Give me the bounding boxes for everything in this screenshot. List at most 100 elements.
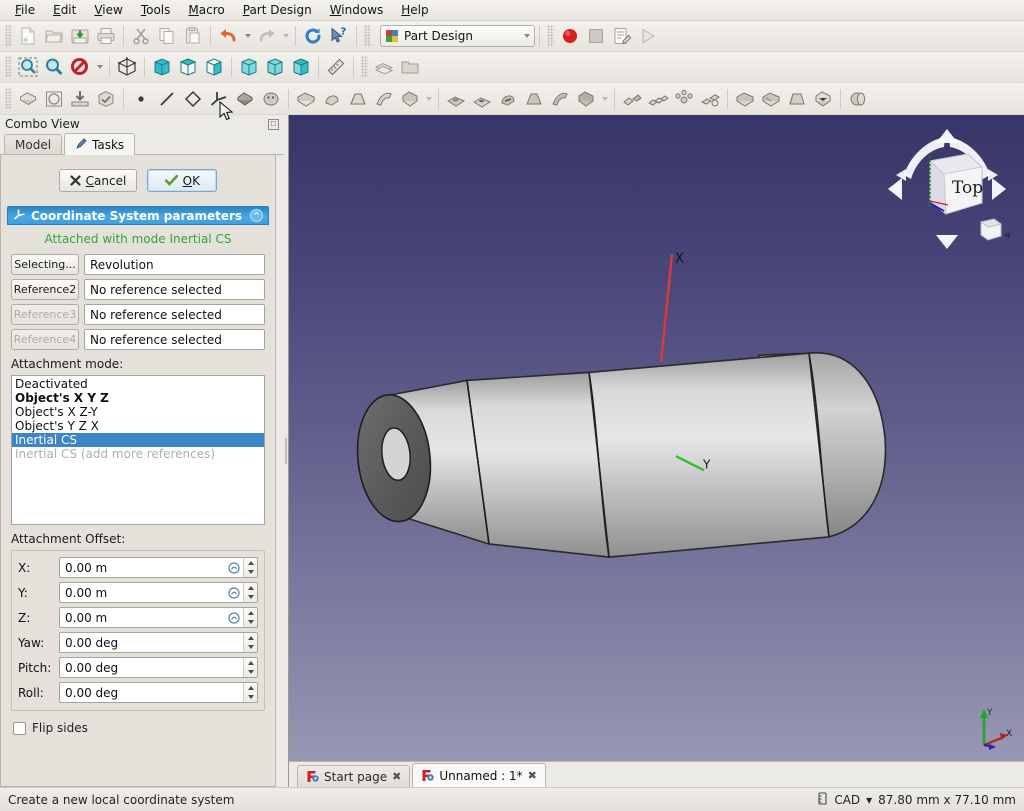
undock-icon[interactable]: ☐ xyxy=(268,118,279,130)
pocket-icon[interactable] xyxy=(443,86,469,112)
subtractive-loft-icon[interactable] xyxy=(521,86,547,112)
undo-icon[interactable] xyxy=(215,23,241,49)
thickness-icon[interactable] xyxy=(810,86,836,112)
reference2-button[interactable]: Reference2 xyxy=(11,279,79,300)
flip-sides-row[interactable]: Flip sides xyxy=(11,715,265,735)
shapebinder-icon[interactable] xyxy=(232,86,258,112)
create-sketch-icon[interactable] xyxy=(41,86,67,112)
additive-primitive-icon[interactable] xyxy=(397,86,423,112)
reference4-field[interactable]: No reference selected xyxy=(84,329,265,350)
pad-icon[interactable] xyxy=(293,86,319,112)
offset-z-input[interactable]: 0.00 m xyxy=(59,607,258,628)
offset-y-stepper[interactable] xyxy=(243,583,257,602)
tab-tasks[interactable]: Tasks xyxy=(64,133,136,155)
expression-editor-icon[interactable] xyxy=(225,608,243,627)
offset-x-stepper[interactable] xyxy=(243,558,257,577)
close-icon[interactable]: ✖ xyxy=(528,769,537,782)
reference2-field[interactable]: No reference selected xyxy=(84,279,265,300)
offset-y-input[interactable]: 0.00 m xyxy=(59,582,258,603)
ok-button[interactable]: OK xyxy=(147,169,218,192)
fit-all-icon[interactable] xyxy=(15,54,41,80)
flip-sides-checkbox[interactable] xyxy=(13,721,26,735)
multitransform-icon[interactable] xyxy=(697,86,723,112)
cancel-button[interactable]: Cancel xyxy=(58,169,138,192)
tab-unnamed-document[interactable]: Unnamed : 1* ✖ xyxy=(412,763,546,787)
create-datum-point-icon[interactable] xyxy=(128,86,154,112)
chevron-down-icon[interactable] xyxy=(524,34,530,38)
attachment-mode-list[interactable]: Deactivated Object's X Y Z Object's X Z-… xyxy=(11,375,265,525)
tab-start-page[interactable]: Start page ✖ xyxy=(297,765,411,787)
redo-icon[interactable] xyxy=(253,23,279,49)
menu-file[interactable]: File xyxy=(6,1,44,20)
toolbar-grip[interactable] xyxy=(547,25,554,47)
subtractive-pipe-icon[interactable] xyxy=(547,86,573,112)
create-body-icon[interactable] xyxy=(15,86,41,112)
expression-editor-icon[interactable] xyxy=(225,583,243,602)
chamfer-icon[interactable] xyxy=(758,86,784,112)
tab-model[interactable]: Model xyxy=(4,134,63,154)
draw-style-dropdown-arrow[interactable] xyxy=(93,54,105,80)
paste-icon[interactable] xyxy=(180,23,206,49)
offset-x-input[interactable]: 0.00 m xyxy=(59,557,258,578)
linear-pattern-icon[interactable] xyxy=(645,86,671,112)
refresh-icon[interactable] xyxy=(300,23,326,49)
open-document-icon[interactable] xyxy=(41,23,67,49)
left-view-icon[interactable] xyxy=(288,54,314,80)
subtractive-primitive-dropdown-arrow[interactable] xyxy=(599,86,610,112)
fillet-icon[interactable] xyxy=(732,86,758,112)
macro-edit-icon[interactable] xyxy=(609,23,635,49)
statusbar-unit-area[interactable]: CAD ▾ 87.80 mm x 77.10 mm xyxy=(817,791,1016,808)
offset-roll-stepper[interactable] xyxy=(243,683,257,702)
mode-item[interactable]: Object's X Y Z xyxy=(12,391,264,405)
fit-selection-icon[interactable] xyxy=(41,54,67,80)
workbench-selector[interactable]: Part Design xyxy=(380,25,535,47)
right-view-icon[interactable] xyxy=(201,54,227,80)
macro-record-icon[interactable] xyxy=(557,23,583,49)
macro-stop-icon[interactable] xyxy=(583,23,609,49)
draft-icon[interactable] xyxy=(784,86,810,112)
additive-pipe-icon[interactable] xyxy=(371,86,397,112)
menu-macro[interactable]: Macro xyxy=(179,1,233,20)
menu-edit[interactable]: Edit xyxy=(44,1,85,20)
toolbar-grip[interactable] xyxy=(5,87,12,110)
menu-tools[interactable]: Tools xyxy=(132,1,180,20)
close-icon[interactable]: ✖ xyxy=(392,770,401,783)
toolbar-grip[interactable] xyxy=(5,25,12,47)
mode-item-selected[interactable]: Inertial CS xyxy=(12,433,264,447)
revolution-icon[interactable] xyxy=(319,86,345,112)
copy-icon[interactable] xyxy=(154,23,180,49)
offset-pitch-stepper[interactable] xyxy=(243,658,257,677)
offset-z-stepper[interactable] xyxy=(243,608,257,627)
rear-view-icon[interactable] xyxy=(236,54,262,80)
navigation-cube[interactable]: Top xyxy=(882,123,1012,253)
workbench-structure-icon[interactable] xyxy=(371,54,397,80)
polar-pattern-icon[interactable] xyxy=(671,86,697,112)
top-view-icon[interactable] xyxy=(175,54,201,80)
macro-execute-icon[interactable] xyxy=(635,23,661,49)
attach-sketch-icon[interactable] xyxy=(67,86,93,112)
create-datum-plane-icon[interactable] xyxy=(180,86,206,112)
mode-item[interactable]: Object's X Z-Y xyxy=(12,405,264,419)
save-document-icon[interactable] xyxy=(67,23,93,49)
validate-sketch-icon[interactable] xyxy=(93,86,119,112)
additive-primitive-dropdown-arrow[interactable] xyxy=(423,86,434,112)
offset-roll-input[interactable]: 0.00 deg xyxy=(59,682,258,703)
front-view-icon[interactable] xyxy=(149,54,175,80)
group-header[interactable]: Coordinate System parameters ^ xyxy=(7,206,269,225)
groove-icon[interactable] xyxy=(495,86,521,112)
subtractive-primitive-icon[interactable] xyxy=(573,86,599,112)
offset-yaw-input[interactable]: 0.00 deg xyxy=(59,632,258,653)
create-group-icon[interactable] xyxy=(397,54,423,80)
whats-this-icon[interactable]: ? xyxy=(326,23,352,49)
3d-viewport[interactable]: X Y Top Y X xyxy=(289,115,1024,761)
toolbar-grip[interactable] xyxy=(364,25,371,47)
mode-item[interactable]: Deactivated xyxy=(12,377,264,391)
reference3-field[interactable]: No reference selected xyxy=(84,304,265,325)
toolbar-grip[interactable] xyxy=(5,56,12,78)
hole-icon[interactable] xyxy=(469,86,495,112)
bottom-view-icon[interactable] xyxy=(262,54,288,80)
offset-pitch-input[interactable]: 0.00 deg xyxy=(59,657,258,678)
reference1-button[interactable]: Selecting... xyxy=(11,254,79,275)
mode-item[interactable]: Object's Y Z X xyxy=(12,419,264,433)
new-document-icon[interactable] xyxy=(15,23,41,49)
